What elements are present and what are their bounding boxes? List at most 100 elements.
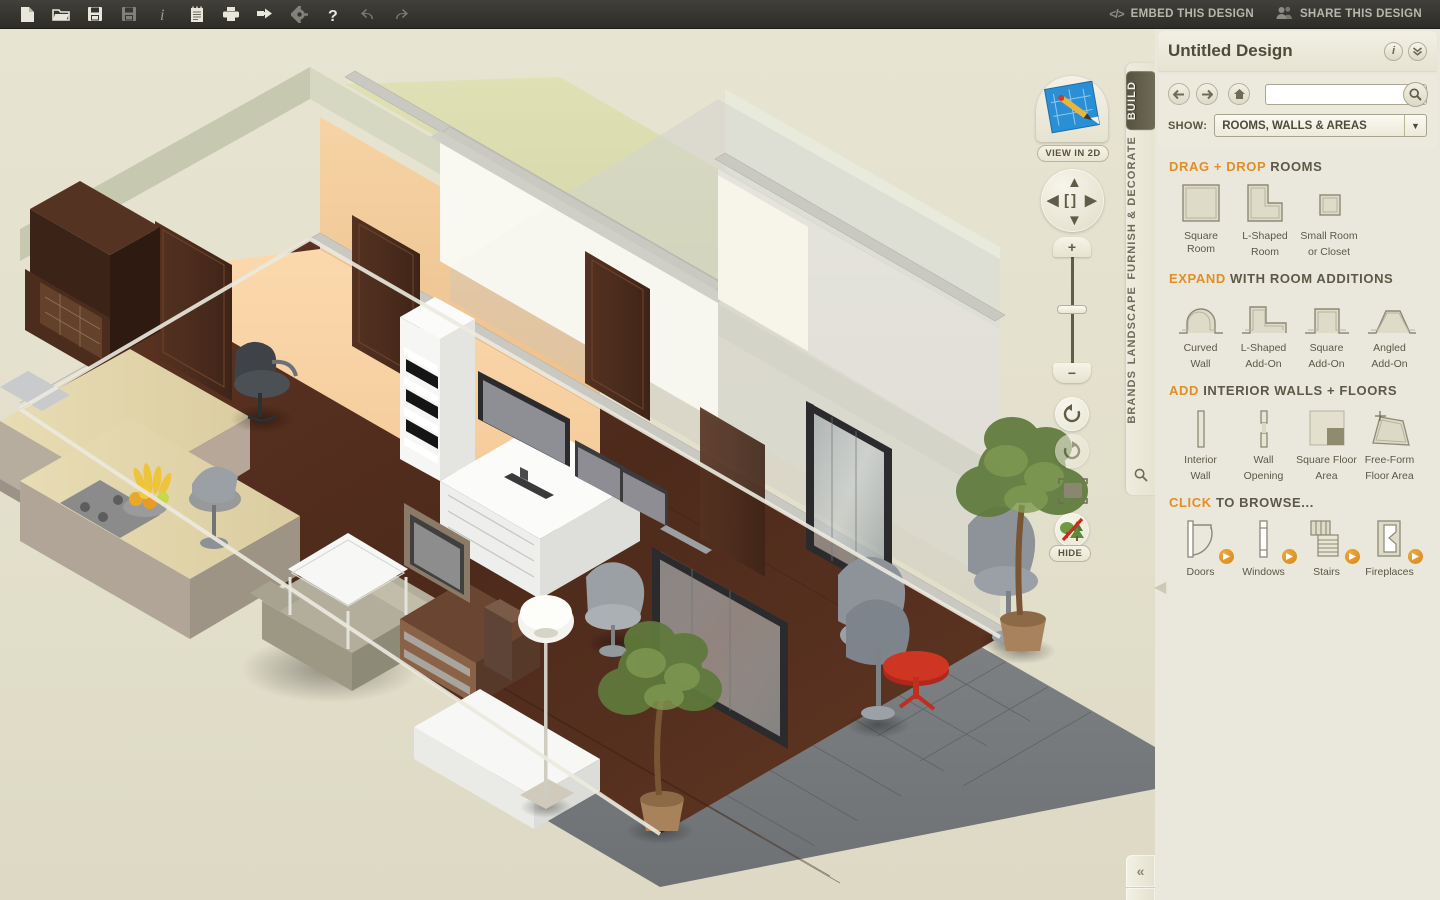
collapse-right-button[interactable]: » (1126, 888, 1155, 900)
small-room-icon (1297, 181, 1361, 227)
pan-right-button[interactable]: ▶ (1085, 193, 1097, 208)
stairs-icon (1295, 517, 1360, 564)
small-room-tile[interactable]: Small Room or Closet (1297, 181, 1361, 258)
tile-row: Doors Windows Stairs Fireplaces (1169, 517, 1426, 579)
tile-caption-line2: Add-On (1245, 357, 1282, 370)
rail-tab-brands[interactable]: BRANDS (1126, 370, 1156, 424)
save-icon[interactable] (78, 1, 112, 28)
show-selected-value: ROOMS, WALLS & AREAS (1222, 119, 1367, 132)
square-floor-area-icon (1295, 405, 1358, 451)
design-canvas[interactable]: VIEW IN 2D ▲ ▼ ◀ ▶ [ ] + − HIDE « (0, 29, 1155, 900)
canvas-collapse-controls: « » (1126, 855, 1155, 900)
tile-caption-line2: Wall (1190, 357, 1211, 370)
tile-caption-line1: Fireplaces (1365, 566, 1414, 578)
help-question-icon[interactable]: ? (316, 1, 350, 28)
panel-forward-button[interactable] (1196, 83, 1218, 105)
square-floor-area-tile[interactable]: Square Floor Area (1295, 405, 1358, 482)
save-as-icon[interactable] (112, 1, 146, 28)
search-icon[interactable] (1134, 468, 1148, 487)
zoom-slider[interactable]: + − (1053, 237, 1091, 383)
rail-tab-furnish[interactable]: FURNISH & DECORATE (1126, 136, 1156, 280)
panel-search-wrapper (1265, 81, 1428, 107)
pan-up-button[interactable]: ▲ (1067, 175, 1082, 190)
curved-wall-tile[interactable]: Curved Wall (1169, 293, 1232, 370)
square-addon-icon (1295, 293, 1358, 339)
fit-to-frame-button[interactable] (1055, 475, 1091, 507)
design-info-button[interactable]: i (1384, 41, 1403, 61)
tile-caption-line1: Square (1184, 230, 1218, 242)
pan-left-button[interactable]: ◀ (1047, 193, 1059, 208)
zoom-in-button[interactable]: + (1053, 237, 1091, 257)
collapse-left-button[interactable]: « (1126, 855, 1155, 888)
view-in-2d-button[interactable]: VIEW IN 2D (1036, 76, 1110, 162)
hide-plants-toggle[interactable] (1055, 513, 1089, 547)
section-accent: EXPAND (1169, 271, 1226, 286)
section-rest: ROOMS (1270, 159, 1323, 174)
open-folder-icon[interactable] (44, 1, 78, 28)
tool-panel: Untitled Design i SHOW: ROOMS, WALLS & A… (1154, 29, 1440, 900)
square-room-tile[interactable]: Square Room (1169, 181, 1233, 255)
panel-search-button[interactable] (1403, 81, 1428, 107)
pan-down-button[interactable]: ▼ (1067, 213, 1082, 228)
view-2d-thumbnail (1036, 76, 1108, 142)
redo-arrow-icon[interactable] (384, 1, 418, 28)
wall-opening-tile[interactable]: Wall Opening (1232, 405, 1295, 482)
show-filter-select[interactable]: ROOMS, WALLS & AREAS ▼ (1214, 114, 1427, 137)
fireplaces-tile[interactable]: Fireplaces (1358, 517, 1423, 579)
section-rest: INTERIOR WALLS + FLOORS (1203, 383, 1398, 398)
section-rest: TO BROWSE... (1215, 495, 1314, 510)
panel-collapse-button[interactable] (1408, 41, 1427, 61)
print-icon[interactable] (214, 1, 248, 28)
section-title: EXPAND WITH ROOM ADDITIONS (1169, 271, 1426, 286)
zoom-slider-handle[interactable] (1057, 305, 1087, 314)
info-icon[interactable]: i (146, 1, 180, 28)
panel-edge-collapse-arrow[interactable]: ◀ (1154, 574, 1168, 600)
wall-opening-icon (1232, 405, 1295, 451)
tile-caption-line1: Curved (1183, 342, 1218, 354)
svg-text:i: i (160, 7, 164, 23)
tile-caption-line1: Small Room (1300, 230, 1358, 242)
tile-caption-line2: Area (1315, 469, 1338, 482)
show-filter-row: SHOW: ROOMS, WALLS & AREAS ▼ (1168, 114, 1427, 137)
square-addon-tile[interactable]: Square Add-On (1295, 293, 1358, 370)
3d-floorplan-scene[interactable] (0, 29, 1155, 900)
angled-addon-tile[interactable]: Angled Add-On (1358, 293, 1421, 370)
hide-label[interactable]: HIDE (1049, 545, 1092, 562)
tile-caption-line1: Stairs (1313, 566, 1340, 578)
export-icon[interactable] (248, 1, 282, 28)
panel-sections: DRAG + DROP ROOMS Square Room L-Shaped R… (1155, 147, 1440, 579)
rotate-counterclockwise-button[interactable] (1055, 397, 1089, 431)
embed-this-design-button[interactable]: </> EMBED THIS DESIGN (1101, 7, 1262, 21)
center-view-button[interactable]: [ ] (1064, 193, 1076, 208)
section-drag-drop-rooms: DRAG + DROP ROOMS Square Room L-Shaped R… (1169, 159, 1426, 258)
zoom-out-button[interactable]: − (1053, 363, 1091, 383)
section-accent: ADD (1169, 383, 1199, 398)
chevron-down-icon[interactable]: ▼ (1404, 115, 1426, 136)
view-in-2d-label: VIEW IN 2D (1037, 145, 1109, 162)
toolbar-icon-group: i ? (0, 1, 418, 28)
rotate-clockwise-button[interactable] (1055, 434, 1089, 468)
rail-tab-build[interactable]: BUILD (1126, 71, 1156, 131)
l-shaped-addon-tile[interactable]: L-Shaped Add-On (1232, 293, 1295, 370)
notes-icon[interactable] (180, 1, 214, 28)
settings-gear-icon[interactable] (282, 1, 316, 28)
panel-back-button[interactable] (1168, 83, 1190, 105)
windows-tile[interactable]: Windows (1232, 517, 1297, 579)
panel-home-button[interactable] (1228, 83, 1250, 105)
free-form-floor-area-icon (1358, 405, 1421, 451)
show-label: SHOW: (1168, 119, 1208, 132)
rail-tab-landscape[interactable]: LANDSCAPE (1126, 286, 1156, 364)
undo-arrow-icon[interactable] (350, 1, 384, 28)
new-document-icon[interactable] (10, 1, 44, 28)
top-toolbar: i ? </> EMBED THIS DESIGN SHARE THIS DES… (0, 0, 1440, 29)
doors-tile[interactable]: Doors (1169, 517, 1234, 579)
l-shaped-room-tile[interactable]: L-Shaped Room (1233, 181, 1297, 258)
pan-control-pad[interactable]: ▲ ▼ ◀ ▶ [ ] (1041, 169, 1104, 232)
interior-wall-tile[interactable]: Interior Wall (1169, 405, 1232, 482)
embed-code-icon: </> (1109, 7, 1124, 21)
free-form-floor-area-tile[interactable]: Free-Form Floor Area (1358, 405, 1421, 482)
stairs-tile[interactable]: Stairs (1295, 517, 1360, 579)
tile-caption-line2: Room (1186, 242, 1215, 255)
section-interior-walls-floors: ADD INTERIOR WALLS + FLOORS Interior Wal… (1169, 383, 1426, 482)
share-this-design-button[interactable]: SHARE THIS DESIGN (1268, 6, 1430, 23)
